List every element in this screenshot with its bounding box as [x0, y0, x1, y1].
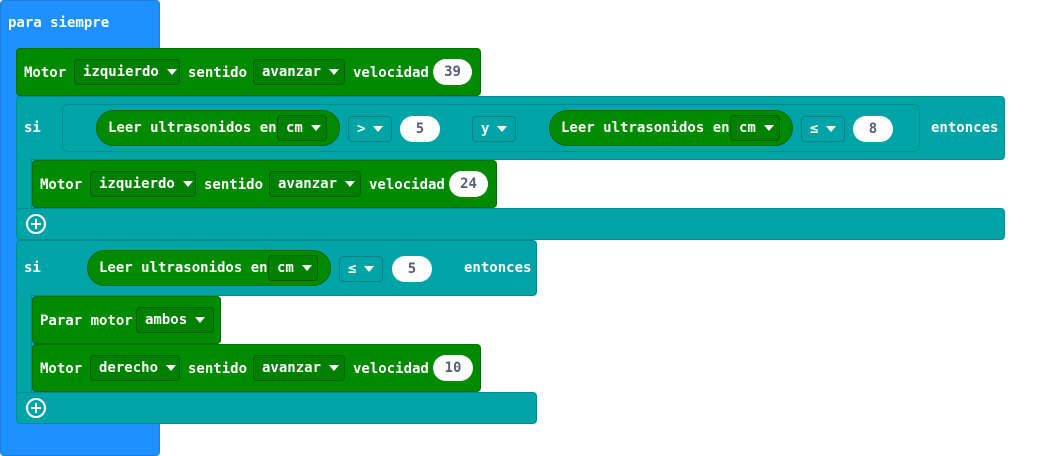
- then-label: entonces: [931, 120, 999, 136]
- ultrasonic-label: Leer ultrasonidos en: [99, 260, 268, 276]
- if-block-arm: [16, 158, 32, 210]
- direction-label: sentido: [204, 177, 264, 193]
- motor-dropdown[interactable]: ambos: [136, 307, 214, 333]
- speed-input[interactable]: 10: [433, 355, 473, 381]
- chevron-down-icon: [329, 69, 340, 75]
- stop-motor-label: Parar motor: [40, 313, 133, 329]
- ultrasonic-reporter[interactable]: Leer ultrasonidos en cm: [549, 110, 793, 146]
- unit-dropdown-value: cm: [286, 120, 303, 136]
- motor-dropdown-value: izquierdo: [99, 176, 175, 192]
- chevron-down-icon: [345, 181, 356, 187]
- forever-label: para siempre: [8, 15, 110, 31]
- chevron-down-icon: [310, 125, 321, 131]
- unit-dropdown-value: cm: [739, 120, 756, 136]
- direction-dropdown-value: avanzar: [278, 176, 338, 192]
- if-label: si: [24, 260, 41, 276]
- compare-value-input[interactable]: 5: [400, 116, 440, 142]
- motor-dropdown[interactable]: izquierdo: [90, 171, 196, 197]
- chevron-down-icon: [364, 266, 375, 272]
- chevron-down-icon: [182, 181, 193, 187]
- chevron-down-icon: [373, 126, 384, 132]
- speed-label: velocidad: [353, 361, 429, 377]
- then-label: entonces: [464, 260, 532, 276]
- motor-dropdown-value: derecho: [99, 360, 159, 376]
- ultrasonic-label: Leer ultrasonidos en: [108, 120, 277, 136]
- if-block-arm: [16, 294, 32, 394]
- direction-dropdown[interactable]: avanzar: [253, 59, 345, 85]
- ultrasonic-reporter[interactable]: Leer ultrasonidos en cm: [87, 250, 331, 286]
- comparison-dropdown-value: >: [357, 121, 366, 137]
- chevron-down-icon: [166, 69, 177, 75]
- ultrasonic-reporter[interactable]: Leer ultrasonidos en cm: [96, 110, 340, 146]
- unit-dropdown[interactable]: cm: [268, 255, 318, 281]
- direction-dropdown[interactable]: avanzar: [253, 355, 345, 381]
- motor-dropdown[interactable]: derecho: [90, 355, 180, 381]
- unit-dropdown[interactable]: cm: [277, 115, 327, 141]
- motor-dropdown[interactable]: izquierdo: [74, 59, 180, 85]
- if-block-footer: [16, 208, 1005, 240]
- comparison-dropdown-value: ≤: [348, 261, 357, 277]
- comparison-dropdown[interactable]: >: [348, 116, 392, 142]
- comparison-dropdown-value: ≤: [810, 121, 819, 137]
- direction-label: sentido: [188, 65, 248, 81]
- compare-value-input[interactable]: 8: [853, 116, 893, 142]
- add-else-icon[interactable]: [26, 398, 46, 418]
- unit-dropdown-value: cm: [277, 260, 294, 276]
- ultrasonic-label: Leer ultrasonidos en: [561, 120, 730, 136]
- chevron-down-icon: [329, 365, 340, 371]
- motor-block[interactable]: Motor izquierdo sentido avanzar velocida…: [32, 160, 497, 208]
- speed-input[interactable]: 39: [433, 59, 472, 85]
- chevron-down-icon: [826, 126, 837, 132]
- logic-dropdown[interactable]: y: [472, 116, 516, 142]
- comparison-dropdown[interactable]: ≤: [339, 256, 383, 282]
- motor-dropdown-value: ambos: [145, 312, 188, 328]
- motor-dropdown-value: izquierdo: [83, 64, 159, 80]
- add-else-icon[interactable]: [26, 214, 46, 234]
- comparison-dropdown[interactable]: ≤: [801, 116, 845, 142]
- motor-label: Motor: [24, 65, 67, 81]
- speed-label: velocidad: [353, 65, 429, 81]
- direction-label: sentido: [188, 361, 248, 377]
- speed-input[interactable]: 24: [449, 171, 488, 197]
- if-label: si: [24, 120, 41, 136]
- if-block-footer: [16, 392, 537, 424]
- chevron-down-icon: [497, 126, 508, 132]
- compare-value-input[interactable]: 5: [392, 256, 432, 282]
- speed-label: velocidad: [369, 177, 445, 193]
- chevron-down-icon: [195, 317, 206, 323]
- direction-dropdown-value: avanzar: [262, 360, 322, 376]
- motor-block[interactable]: Motor izquierdo sentido avanzar velocida…: [16, 48, 481, 96]
- stop-motor-block[interactable]: Parar motor ambos: [32, 296, 221, 344]
- direction-dropdown-value: avanzar: [262, 64, 322, 80]
- unit-dropdown[interactable]: cm: [730, 115, 780, 141]
- motor-label: Motor: [40, 177, 83, 193]
- chevron-down-icon: [763, 125, 774, 131]
- chevron-down-icon: [301, 265, 312, 271]
- chevron-down-icon: [166, 365, 177, 371]
- motor-block[interactable]: Motor derecho sentido avanzar velocidad …: [32, 344, 481, 392]
- motor-label: Motor: [40, 361, 83, 377]
- direction-dropdown[interactable]: avanzar: [269, 171, 361, 197]
- logic-dropdown-value: y: [481, 121, 490, 137]
